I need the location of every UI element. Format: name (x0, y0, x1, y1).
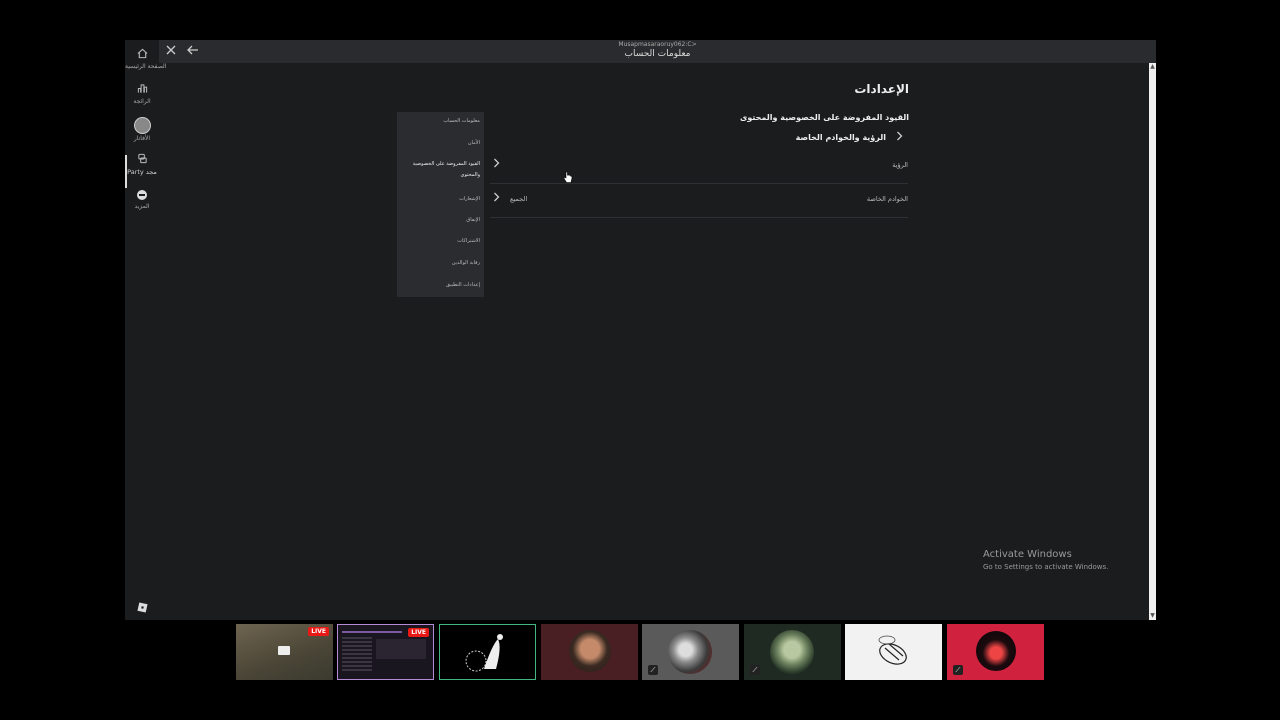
breadcrumb-chevron-right-icon[interactable] (896, 131, 903, 144)
menu-item-account-info[interactable]: معلومات الحساب (402, 116, 480, 127)
rail-more-label: المزيد (134, 203, 150, 210)
rail-home[interactable]: الصفحة الرئيسية (125, 48, 167, 71)
rail-charts-label: الرائجة (133, 98, 151, 105)
menu-item-app-settings[interactable]: إعدادات التطبيق (402, 280, 480, 291)
setting-value: الجميع (510, 195, 528, 203)
menu-active-indicator (125, 155, 127, 188)
live-badge: LIVE (408, 628, 429, 637)
mic-muted-icon: ⟋ (953, 665, 963, 675)
window-subtitle: Musapmasaraoruy062:C> (618, 41, 697, 48)
scroll-down-arrow-icon[interactable]: ▼ (1149, 612, 1156, 620)
section-title: القيود المفروضة على الخصوصية والمحتوى (740, 113, 909, 122)
menu-item-parental-controls[interactable]: رقابة الوالدين (402, 258, 480, 269)
sketch-avatar-icon (465, 634, 503, 672)
chevron-right-icon (493, 191, 500, 205)
scroll-up-arrow-icon[interactable]: ▲ (1149, 63, 1156, 71)
rail-more[interactable]: المزيد (125, 188, 159, 211)
avatar (569, 630, 611, 672)
mic-muted-icon: ⟋ (750, 665, 760, 675)
avatar (770, 630, 814, 674)
stream-tile-1[interactable]: LIVE (236, 624, 333, 680)
vertical-scrollbar[interactable] (1149, 63, 1156, 620)
breadcrumb: الرؤية والخوادم الخاصة (795, 133, 886, 142)
rail-avatar-label: الأفاتار (133, 135, 151, 142)
roblox-logo-icon[interactable] (137, 598, 148, 613)
more-icon (137, 190, 147, 200)
menu-item-spending[interactable]: الإنفاق (402, 215, 480, 226)
window-title: معلومات الحساب (624, 49, 691, 59)
menu-item-security[interactable]: الأمان (402, 138, 480, 149)
hand-cursor-icon (563, 171, 573, 187)
app-window: الصفحة الرئيسية الرائجة الأفاتار Party م… (125, 40, 1156, 620)
setting-label: الخوادم الخاصة (866, 195, 908, 203)
stream-tiles: LIVE LIVE ⟋ ⟋ ⟋ (236, 624, 1044, 680)
party-icon (135, 153, 149, 167)
stream-tile-7[interactable] (845, 624, 942, 680)
rail-avatar[interactable]: الأفاتار (125, 117, 159, 143)
mic-muted-icon: ⟋ (648, 665, 658, 675)
watermark-title: Activate Windows (983, 549, 1072, 560)
charts-icon (135, 83, 149, 97)
rail-charts[interactable]: الرائجة (125, 83, 159, 106)
watermark-subtitle: Go to Settings to activate Windows. (983, 563, 1109, 571)
page-title: الإعدادات (854, 82, 909, 96)
settings-menu: معلومات الحساب الأمان القيود المفروضة عل… (397, 112, 484, 297)
stream-tile-2[interactable]: LIVE (337, 624, 434, 680)
stream-tile-8[interactable]: ⟋ (947, 624, 1044, 680)
stream-tile-3[interactable] (439, 624, 536, 680)
rail-home-label: الصفحة الرئيسية (125, 63, 167, 70)
setting-label: الرؤية (892, 161, 908, 169)
screen-content (342, 637, 372, 673)
screen-content (376, 639, 426, 659)
stream-tile-6[interactable]: ⟋ (744, 624, 841, 680)
left-rail: الصفحة الرئيسية الرائجة الأفاتار Party م… (125, 40, 167, 620)
stream-tile-5[interactable]: ⟋ (642, 624, 739, 680)
window-title-block: Musapmasaraoruy062:C> معلومات الحساب (159, 40, 1156, 60)
chevron-right-icon (493, 157, 500, 171)
screen-share-icon (278, 646, 290, 655)
rail-party[interactable]: Party مجد (125, 153, 159, 176)
avatar (668, 630, 712, 674)
setting-row-visibility[interactable]: الرؤية (490, 149, 908, 184)
menu-item-notifications[interactable]: الإشعارات (402, 194, 480, 205)
menu-item-subscriptions[interactable]: الاشتراكات (402, 236, 480, 247)
setting-row-private-servers[interactable]: الجميع الخوادم الخاصة (490, 183, 908, 218)
stream-tile-4[interactable] (541, 624, 638, 680)
avatar (976, 631, 1016, 671)
title-bar: Musapmasaraoruy062:C> معلومات الحساب (159, 40, 1156, 63)
live-badge: LIVE (308, 627, 329, 636)
bee-sketch-icon (878, 635, 907, 665)
activate-windows-watermark: Activate Windows Go to Settings to activ… (983, 548, 1108, 573)
menu-item-privacy[interactable]: القيود المفروضة على الخصوصية والمحتوى (402, 159, 480, 181)
home-icon (135, 48, 149, 62)
avatar (133, 117, 151, 134)
screen-content (342, 631, 402, 633)
rail-party-label: Party مجد (127, 168, 157, 176)
